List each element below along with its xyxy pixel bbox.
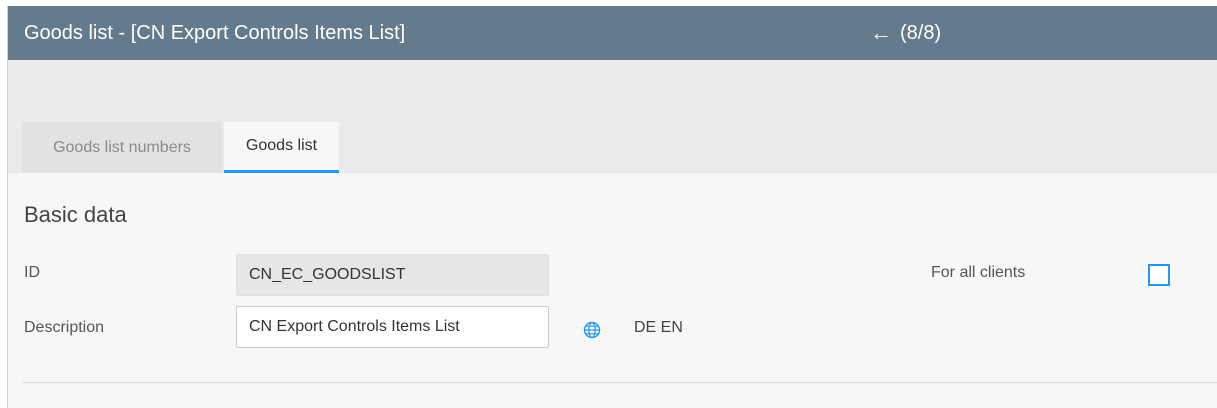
back-arrow-icon[interactable]: ← xyxy=(870,6,892,60)
id-field: CN_EC_GOODSLIST xyxy=(236,254,549,296)
section-divider xyxy=(22,382,1217,383)
title-bar: Goods list - [CN Export Controls Items L… xyxy=(8,6,1217,60)
record-counter: (8/8) xyxy=(900,22,942,44)
globe-icon[interactable] xyxy=(583,321,601,339)
window-title: Goods list - [CN Export Controls Items L… xyxy=(24,22,406,44)
description-input[interactable] xyxy=(236,306,549,348)
record-navigation[interactable]: ← (8/8) xyxy=(870,6,941,60)
section-title: Basic data xyxy=(24,202,127,227)
description-label: Description xyxy=(24,319,105,336)
id-label: ID xyxy=(24,264,40,281)
language-codes: DE EN xyxy=(634,319,683,336)
tab-goods-list[interactable]: Goods list xyxy=(224,122,339,173)
for-all-clients-label: For all clients xyxy=(931,264,1026,281)
tab-goods-list-numbers[interactable]: Goods list numbers xyxy=(22,122,222,173)
for-all-clients-checkbox[interactable] xyxy=(1148,264,1170,286)
app-frame: Goods list - [CN Export Controls Items L… xyxy=(7,6,1217,408)
